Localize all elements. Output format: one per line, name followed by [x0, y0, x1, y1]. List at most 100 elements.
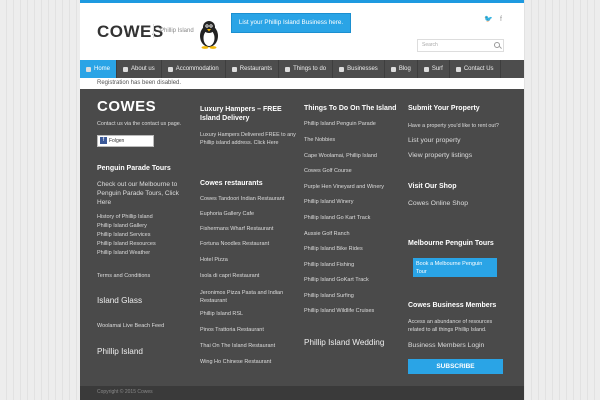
- restaurant-link[interactable]: Thai On The Island Restaurant: [200, 343, 275, 349]
- things-to-do-heading: Things To Do On The Island: [304, 105, 397, 112]
- submit-property-heading: Submit Your Property: [408, 105, 480, 112]
- restaurant-link[interactable]: Wing Ho Chinese Restaurant: [200, 359, 271, 365]
- footer-link[interactable]: History of Phillip Island: [97, 214, 153, 220]
- footer-logo[interactable]: COWES: [97, 98, 156, 115]
- nav-label: Blog: [398, 66, 411, 72]
- restaurant-link[interactable]: Hotel Pizza: [200, 257, 228, 263]
- woolamai-link[interactable]: Woolamai Live Beach Feed: [97, 323, 164, 329]
- nav-item-surf[interactable]: Surf: [418, 60, 450, 78]
- restaurant-link[interactable]: Phillip Island RSL: [200, 311, 243, 317]
- view-listings-link[interactable]: View property listings: [408, 152, 472, 159]
- grid-icon: [285, 66, 291, 72]
- nav-item-blog[interactable]: Blog: [385, 60, 418, 78]
- nav-label: Restaurants: [239, 66, 273, 72]
- nav-label: Surf: [431, 66, 443, 72]
- nav-item-about[interactable]: About us: [117, 60, 162, 78]
- registration-notice: Registration has been disabled.: [97, 80, 182, 86]
- nav-item-things-to-do[interactable]: Things to do: [279, 60, 334, 78]
- hampers-heading: Luxury Hampers – FREE Island Delivery: [200, 106, 282, 122]
- members-text: Access an abundance of resources related…: [408, 319, 493, 333]
- activity-link[interactable]: Aussie Golf Ranch: [304, 231, 350, 237]
- nav-label: About us: [131, 66, 155, 72]
- site-header: COWES Phillip Island List your Phillip I…: [80, 3, 524, 58]
- cutlery-icon: [231, 66, 237, 72]
- facebook-icon: f: [100, 137, 107, 145]
- site-tagline: Phillip Island: [153, 24, 194, 38]
- list-business-button[interactable]: List your Phillip Island Business here.: [231, 13, 351, 33]
- bed-icon: [167, 66, 173, 72]
- penguin-parade-heading: Penguin Parade Tours: [97, 165, 171, 172]
- restaurant-link[interactable]: Fortuna Noodles Restaurant: [200, 241, 269, 247]
- subscribe-button[interactable]: SUBSCRIBE: [408, 359, 503, 374]
- contact-icon: [455, 66, 461, 72]
- site-footer: COWES Contact us via the contact us page…: [80, 89, 524, 386]
- search-icon[interactable]: [494, 42, 500, 48]
- activity-link[interactable]: Phillip Island Fishing: [304, 262, 354, 268]
- penguin-icon: [200, 21, 218, 49]
- grid-icon: [339, 66, 345, 72]
- nav-item-accommodation[interactable]: Accommodation: [162, 60, 226, 78]
- footer-link[interactable]: Phillip Island Services: [97, 232, 151, 238]
- restaurant-link[interactable]: Jeronimos Pizza Pasta and Indian Restaur…: [200, 289, 295, 305]
- activity-link[interactable]: Phillip Island Go Kart Track: [304, 215, 370, 221]
- facebook-follow-button[interactable]: f Folgen: [97, 135, 154, 147]
- restaurants-heading: Cowes restaurants: [200, 180, 263, 187]
- activity-link[interactable]: Cape Woolamai, Phillip Island: [304, 153, 377, 159]
- island-glass-link[interactable]: Island Glass: [97, 296, 142, 305]
- phillip-island-link[interactable]: Phillip Island: [97, 347, 143, 356]
- list-property-link[interactable]: List your property: [408, 137, 461, 144]
- penguin-tours-heading: Melbourne Penguin Tours: [408, 240, 494, 247]
- nav-label: Accommodation: [175, 66, 219, 72]
- members-login-link[interactable]: Business Members Login: [408, 342, 484, 349]
- page-container: COWES Phillip Island List your Phillip I…: [80, 0, 524, 400]
- shop-heading: Visit Our Shop: [408, 183, 457, 190]
- wedding-link[interactable]: Phillip Island Wedding: [304, 338, 384, 347]
- activity-link[interactable]: Phillip Island Surfing: [304, 293, 354, 299]
- doc-icon: [390, 66, 396, 72]
- nav-item-businesses[interactable]: Businesses: [333, 60, 385, 78]
- nav-label: Things to do: [293, 66, 327, 72]
- restaurant-link[interactable]: Euphoria Gallery Cafe: [200, 211, 254, 217]
- penguin-parade-text[interactable]: Check out our Melbourne to Penguin Parad…: [97, 180, 179, 207]
- activity-link[interactable]: Phillip Island Bike Rides: [304, 246, 363, 252]
- home-icon: [86, 66, 91, 72]
- plane-icon: [423, 66, 429, 72]
- nav-item-restaurants[interactable]: Restaurants: [226, 60, 280, 78]
- nav-label: Businesses: [347, 66, 378, 72]
- social-links: 🐦 f: [479, 15, 502, 23]
- restaurant-link[interactable]: Cowes Tandoori Indian Restaurant: [200, 196, 284, 202]
- copyright-bar: Copyright © 2015 Cowes: [80, 386, 524, 400]
- members-heading: Cowes Business Members: [408, 302, 497, 309]
- activity-link[interactable]: Phillip Island Penguin Parade: [304, 121, 376, 127]
- restaurant-link[interactable]: Fishermans Wharf Restaurant: [200, 226, 273, 232]
- footer-link[interactable]: Phillip Island Resources: [97, 241, 156, 247]
- search-input[interactable]: Search: [422, 40, 438, 51]
- nav-item-contact[interactable]: Contact Us: [450, 60, 501, 78]
- activity-link[interactable]: Purple Hen Vineyard and Winery: [304, 184, 384, 190]
- activity-link[interactable]: The Nobbies: [304, 137, 335, 143]
- nav-label: Home: [94, 66, 111, 72]
- activity-link[interactable]: Phillip Island Winery: [304, 199, 354, 205]
- submit-property-text: Have a property you'd like to rent out?: [408, 123, 499, 129]
- hampers-text[interactable]: Luxury Hampers Delivered FREE to any Phi…: [200, 131, 298, 147]
- info-icon: [123, 66, 129, 72]
- contact-text[interactable]: Contact us via the contact us page.: [97, 121, 181, 127]
- nav-label: Contact Us: [463, 66, 494, 72]
- fb-label: Folgen: [109, 138, 125, 144]
- twitter-icon[interactable]: 🐦: [484, 16, 493, 23]
- book-tour-button[interactable]: Book a Melbourne Penguin Tour: [413, 258, 497, 277]
- activity-link[interactable]: Phillip Island GoKart Track: [304, 277, 369, 283]
- copyright-text: Copyright © 2015 Cowes: [97, 389, 153, 395]
- restaurant-link[interactable]: Isola di capri Restaurant: [200, 273, 259, 279]
- activity-link[interactable]: Phillip Island Wildlife Cruises: [304, 308, 374, 314]
- footer-link[interactable]: Phillip Island Weather: [97, 250, 150, 256]
- terms-link[interactable]: Terms and Conditions: [97, 273, 150, 279]
- restaurant-link[interactable]: Pinos Trattoria Restaurant: [200, 327, 264, 333]
- footer-link[interactable]: Phillip Island Gallery: [97, 223, 147, 229]
- facebook-icon[interactable]: f: [500, 16, 502, 23]
- nav-item-home[interactable]: Home: [80, 60, 118, 78]
- main-nav: Home About us Accommodation Restaurants …: [80, 60, 524, 78]
- online-shop-link[interactable]: Cowes Online Shop: [408, 200, 468, 207]
- activity-link[interactable]: Cowes Golf Course: [304, 168, 352, 174]
- search-box[interactable]: Search: [417, 39, 504, 52]
